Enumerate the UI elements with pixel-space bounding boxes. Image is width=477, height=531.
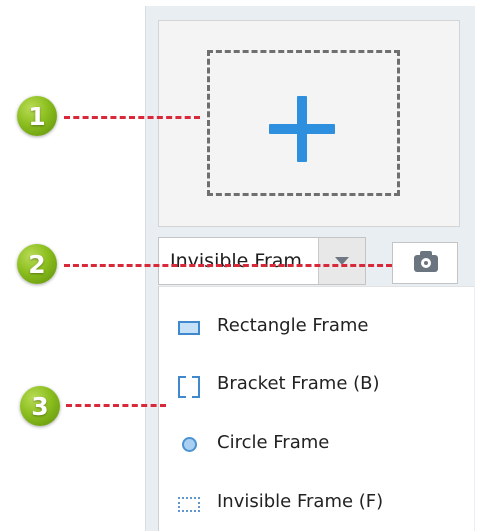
rectangle-frame-icon [178,321,200,335]
menu-item-rectangle-frame[interactable]: Rectangle Frame [159,303,475,349]
menu-item-label: Invisible Frame (F) [217,491,384,512]
callout-number: 2 [28,250,46,279]
callout-badge-3: 3 [20,386,60,426]
menu-item-label: Bracket Frame (B) [217,373,380,394]
camera-button[interactable] [392,242,458,284]
frame-picker-illustration: Invisible Fram Rectangle Frame Bracket F… [0,0,477,531]
bracket-frame-icon [178,376,200,398]
menu-item-invisible-frame[interactable]: Invisible Frame (F) [159,479,475,525]
menu-item-bracket-frame[interactable]: Bracket Frame (B) [159,361,475,407]
dropdown-toggle-button[interactable] [318,238,365,284]
frame-type-menu: Rectangle Frame Bracket Frame (B) Circle… [158,286,474,531]
callout-leader-line-2 [64,264,392,267]
callout-number: 1 [28,102,46,131]
frame-type-select[interactable]: Invisible Fram [158,237,366,285]
callout-badge-1: 1 [17,96,57,136]
callout-number: 3 [31,392,49,421]
plus-icon [269,96,335,162]
callout-leader-line-1 [64,116,200,119]
circle-frame-icon [182,437,197,452]
camera-icon [414,251,438,272]
menu-item-label: Circle Frame [217,432,330,453]
invisible-frame-icon [178,497,200,512]
menu-item-label: Rectangle Frame [217,315,369,336]
frame-type-value: Invisible Fram [170,250,302,272]
callout-badge-2: 2 [17,244,57,284]
menu-item-circle-frame[interactable]: Circle Frame [159,420,475,466]
add-frame-tile[interactable] [158,20,460,227]
callout-leader-line-3 [66,404,166,407]
